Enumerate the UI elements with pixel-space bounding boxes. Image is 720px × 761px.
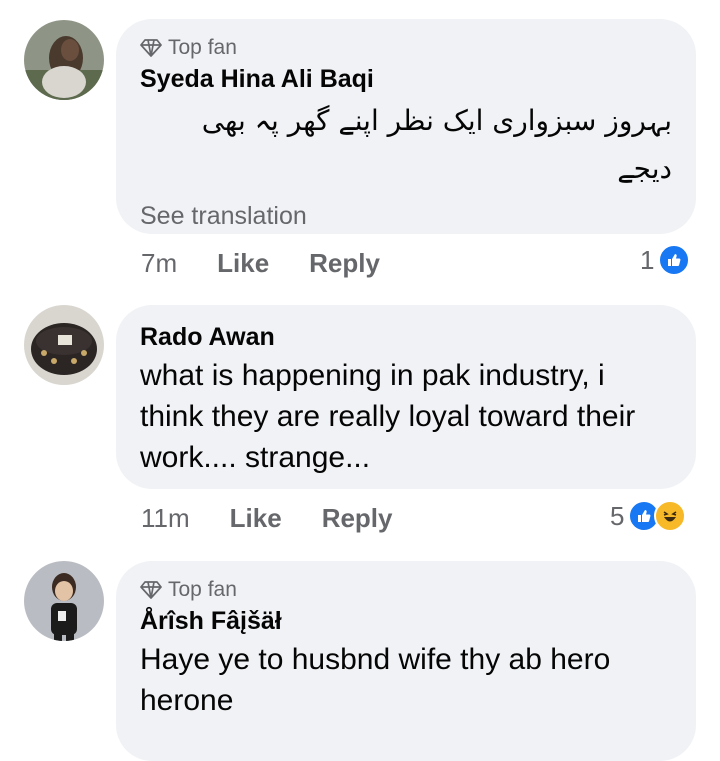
comment-text: what is happening in pak industry, i thi… xyxy=(140,359,636,474)
reaction-count: 1 xyxy=(640,244,655,275)
badge-label: Top fan xyxy=(168,36,237,59)
like-button[interactable]: Like xyxy=(230,503,282,534)
haha-icon xyxy=(654,500,687,532)
reaction-count: 5 xyxy=(610,500,625,531)
diamond-icon xyxy=(140,581,162,599)
comment-bubble: Top fan Årîsh Fâįšäł Haye ye to husbnd w… xyxy=(116,561,696,761)
like-icon xyxy=(658,244,691,276)
commenter-avatar[interactable] xyxy=(24,561,104,641)
see-translation-link[interactable]: See translation xyxy=(140,199,672,233)
top-fan-badge: Top fan xyxy=(140,577,672,603)
reply-button[interactable]: Reply xyxy=(309,248,380,279)
comment-bubble: Top fan Syeda Hina Ali Baqi بہروز سبزوار… xyxy=(116,19,696,234)
commenter-name[interactable]: Årîsh Fâįšäł xyxy=(140,605,672,637)
commenter-avatar[interactable] xyxy=(24,305,104,385)
commenter-avatar[interactable] xyxy=(24,20,104,100)
comment-text: بہروز سبزواری ایک نظر اپنے گھر پہ بھی دی… xyxy=(201,104,672,185)
like-button[interactable]: Like xyxy=(217,248,269,279)
commenter-name[interactable]: Rado Awan xyxy=(140,321,672,353)
reply-button[interactable]: Reply xyxy=(322,503,393,534)
commenter-name[interactable]: Syeda Hina Ali Baqi xyxy=(140,63,672,95)
comment-timestamp[interactable]: 7m xyxy=(141,248,177,279)
reaction-summary[interactable]: 1 xyxy=(640,244,691,276)
comment-text: Haye ye to husbnd wife thy ab hero heron… xyxy=(140,643,611,717)
comment-actions: 11m Like Reply xyxy=(141,503,393,534)
comment-actions: 7m Like Reply xyxy=(141,248,380,279)
diamond-icon xyxy=(140,39,162,57)
top-fan-badge: Top fan xyxy=(140,35,672,61)
badge-label: Top fan xyxy=(168,578,237,601)
comment-bubble: Rado Awan what is happening in pak indus… xyxy=(116,305,696,489)
reaction-summary[interactable]: 5 xyxy=(610,500,687,532)
comment-timestamp[interactable]: 11m xyxy=(141,503,190,534)
